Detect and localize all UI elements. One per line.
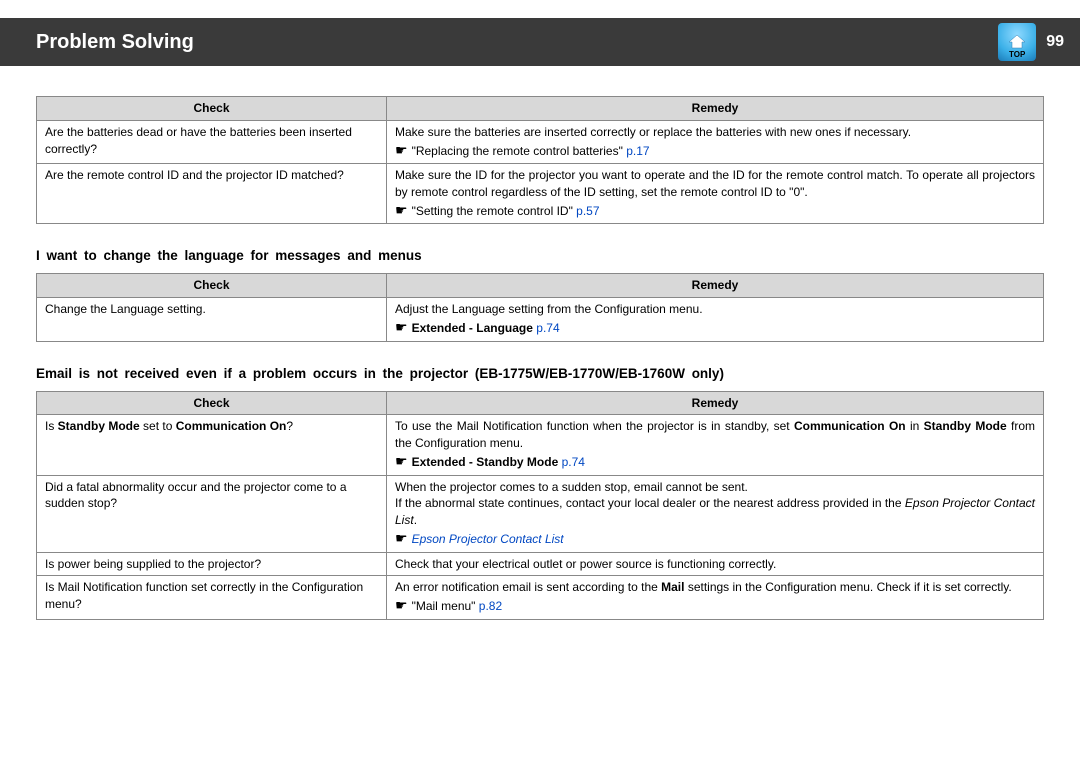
cell-remedy: An error notification email is sent acco… — [387, 576, 1044, 619]
cell-check: Did a fatal abnormality occur and the pr… — [37, 475, 387, 552]
cell-remedy: Make sure the ID for the projector you w… — [387, 164, 1044, 224]
top-icon[interactable]: TOP — [998, 23, 1036, 61]
pointer-icon: ☛ — [395, 319, 408, 335]
reference-link[interactable]: ☛"Setting the remote control ID" p.57 — [395, 201, 1035, 221]
cell-check: Is Standby Mode set to Communication On? — [37, 415, 387, 475]
top-icon-label: TOP — [1009, 50, 1025, 59]
header-right: TOP 99 — [998, 23, 1064, 61]
page-number: 99 — [1046, 33, 1064, 51]
table-row: Did a fatal abnormality occur and the pr… — [37, 475, 1044, 552]
table-remote-control: Check Remedy Are the batteries dead or h… — [36, 96, 1044, 224]
reference-link[interactable]: ☛Extended - Language p.74 — [395, 318, 1035, 338]
table-row: Change the Language setting. Adjust the … — [37, 298, 1044, 341]
cell-remedy: Check that your electrical outlet or pow… — [387, 552, 1044, 576]
reference-link[interactable]: ☛Extended - Standby Mode p.74 — [395, 452, 1035, 472]
th-check: Check — [37, 97, 387, 121]
table-row: Is Standby Mode set to Communication On?… — [37, 415, 1044, 475]
table-row: Is Mail Notification function set correc… — [37, 576, 1044, 619]
pointer-icon: ☛ — [395, 142, 408, 158]
th-remedy: Remedy — [387, 97, 1044, 121]
table-email: Check Remedy Is Standby Mode set to Comm… — [36, 391, 1044, 620]
pointer-icon: ☛ — [395, 530, 408, 546]
th-remedy: Remedy — [387, 274, 1044, 298]
table-row: Are the batteries dead or have the batte… — [37, 120, 1044, 163]
page-title: Problem Solving — [36, 31, 194, 54]
cell-check: Are the batteries dead or have the batte… — [37, 120, 387, 163]
section-heading-email: Email is not received even if a problem … — [36, 366, 1044, 381]
cell-remedy: Adjust the Language setting from the Con… — [387, 298, 1044, 341]
cell-check: Are the remote control ID and the projec… — [37, 164, 387, 224]
table-language: Check Remedy Change the Language setting… — [36, 273, 1044, 341]
house-icon — [1007, 34, 1027, 50]
pointer-icon: ☛ — [395, 453, 408, 469]
th-remedy: Remedy — [387, 391, 1044, 415]
reference-link[interactable]: ☛"Mail menu" p.82 — [395, 596, 1035, 616]
cell-remedy: To use the Mail Notification function wh… — [387, 415, 1044, 475]
pointer-icon: ☛ — [395, 202, 408, 218]
th-check: Check — [37, 274, 387, 298]
content: Check Remedy Are the batteries dead or h… — [0, 66, 1080, 674]
cell-check: Change the Language setting. — [37, 298, 387, 341]
section-heading-language: I want to change the language for messag… — [36, 248, 1044, 263]
reference-link[interactable]: ☛Epson Projector Contact List — [395, 529, 1035, 549]
reference-link[interactable]: ☛"Replacing the remote control batteries… — [395, 141, 1035, 161]
th-check: Check — [37, 391, 387, 415]
cell-check: Is Mail Notification function set correc… — [37, 576, 387, 619]
pointer-icon: ☛ — [395, 597, 408, 613]
cell-check: Is power being supplied to the projector… — [37, 552, 387, 576]
table-row: Is power being supplied to the projector… — [37, 552, 1044, 576]
header-bar: Problem Solving TOP 99 — [0, 18, 1080, 66]
cell-remedy: Make sure the batteries are inserted cor… — [387, 120, 1044, 163]
cell-remedy: When the projector comes to a sudden sto… — [387, 475, 1044, 552]
table-row: Are the remote control ID and the projec… — [37, 164, 1044, 224]
